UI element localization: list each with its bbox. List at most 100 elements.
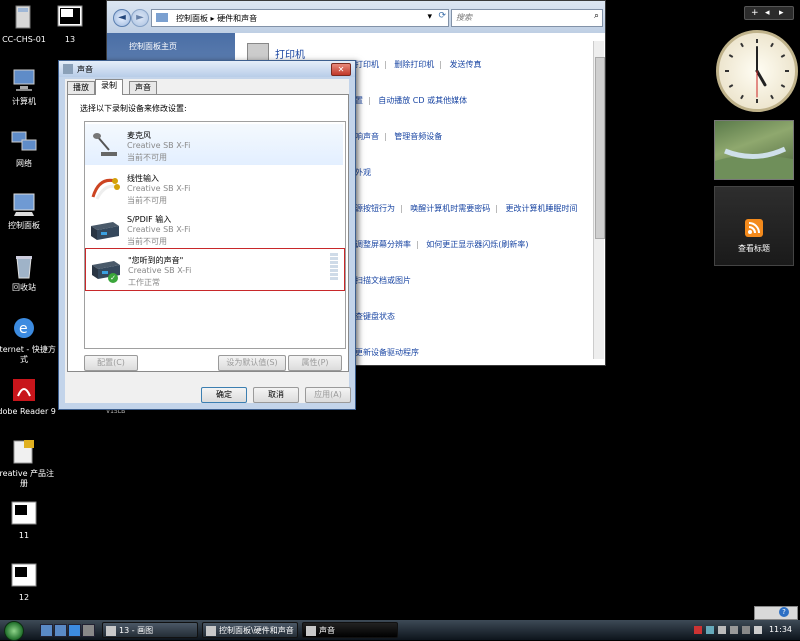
control-panel-icon xyxy=(10,190,38,218)
clock-gadget[interactable] xyxy=(716,30,798,112)
tray-language-icon[interactable] xyxy=(742,626,750,634)
system-tray: 11:34 xyxy=(692,622,798,638)
search-box[interactable]: ⌕ xyxy=(451,9,603,27)
sidebar-controls: + ◂ ▸ xyxy=(744,6,794,20)
link-require-password[interactable]: 唤醒计算机时需要密码 xyxy=(410,204,490,213)
tray-volume-icon[interactable] xyxy=(718,626,726,634)
tray-security-icon[interactable] xyxy=(694,626,702,634)
link-screen-resolution[interactable]: 调整屏幕分辨率 xyxy=(355,240,411,249)
back-button[interactable]: ◄ xyxy=(113,9,131,27)
control-panel-home-link[interactable]: 控制面板主页 xyxy=(129,41,177,52)
link-autoplay-cd[interactable]: 自动播放 CD 或其他媒体 xyxy=(378,96,467,105)
address-bar[interactable]: 控制面板 ▸ 硬件和声音 ▾ ⟳ xyxy=(151,9,449,27)
tab-recording[interactable]: 录制 xyxy=(95,79,123,95)
search-input[interactable] xyxy=(452,10,600,24)
link-manage-audio-devices[interactable]: 管理音频设备 xyxy=(394,132,442,141)
line-in-cable-icon xyxy=(89,173,121,201)
language-bar[interactable]: ? xyxy=(754,606,798,620)
tray-device-icon[interactable] xyxy=(730,626,738,634)
taskbar-button-control-panel[interactable]: 控制面板\硬件和声音 xyxy=(202,622,298,638)
clock-tick xyxy=(780,54,786,58)
refresh-icon[interactable]: ⟳ xyxy=(438,11,446,21)
taskbar-clock[interactable]: 11:34 xyxy=(769,625,792,634)
printer-icon xyxy=(247,43,269,61)
desktop-icon-label: 12 xyxy=(18,593,30,602)
image-file-icon xyxy=(56,4,84,32)
properties-button[interactable]: 属性(P) xyxy=(288,355,342,371)
forward-button[interactable]: ► xyxy=(131,9,149,27)
desktop-icon-network[interactable]: 网络 xyxy=(0,128,56,169)
link-scan-document[interactable]: 扫描文档或图片 xyxy=(355,276,411,285)
tray-speaker-icon[interactable] xyxy=(754,626,762,634)
link-keyboard-status[interactable]: 查键盘状态 xyxy=(355,312,395,321)
slideshow-gadget[interactable] xyxy=(714,120,794,180)
link-power-button[interactable]: 源按钮行为 xyxy=(355,204,395,213)
desktop-icon-12[interactable]: 12 xyxy=(0,562,56,603)
folder-icon xyxy=(156,13,168,22)
desktop-icon-13[interactable]: 13 xyxy=(38,4,102,45)
list-item-selected[interactable]: ✓ "您听到的声音" Creative SB X-Fi 工作正常 xyxy=(85,248,345,291)
desktop-icon-adobe-reader[interactable]: Adobe Reader 9 xyxy=(0,376,56,417)
clock-tick xyxy=(740,42,744,48)
configure-button[interactable]: 配置(C) xyxy=(84,355,138,371)
taskbar-button-sound[interactable]: 声音 xyxy=(302,622,398,638)
dialog-body: 播放 录制 声音 选择以下录制设备来修改设置: 麦克风 Creative SB … xyxy=(65,79,351,403)
level-meter xyxy=(330,253,338,281)
link-send-fax[interactable]: 发送传真 xyxy=(450,60,482,69)
link-appearance[interactable]: 外观 xyxy=(355,168,371,177)
device-list[interactable]: 麦克风 Creative SB X-Fi 当前不可用 线性输入 Creative… xyxy=(84,121,346,349)
apply-button[interactable]: 应用(A) xyxy=(305,387,351,403)
set-default-button[interactable]: 设为默认值(S) xyxy=(218,355,286,371)
link-printers[interactable]: 打印机 xyxy=(355,60,379,69)
desktop-icon-internet-shortcut[interactable]: e Internet - 快捷方式 xyxy=(0,314,56,365)
device-name: S/PDIF 输入 xyxy=(127,215,172,224)
cancel-button[interactable]: 取消 xyxy=(253,387,299,403)
list-item[interactable]: S/PDIF 输入 Creative SB X-Fi 当前不可用 xyxy=(85,208,343,249)
scrollbar-thumb[interactable] xyxy=(595,57,605,239)
search-icon[interactable]: ⌕ xyxy=(594,11,599,21)
link-sleep-time[interactable]: 更改计算机睡眠时间 xyxy=(506,204,578,213)
link-update-drivers[interactable]: 更新设备驱动程序 xyxy=(355,348,419,357)
link-monitor-flicker[interactable]: 如何更正显示器闪烁(刷新率) xyxy=(426,240,528,249)
desktop-icon-computer[interactable]: 计算机 xyxy=(0,66,56,107)
desktop-icon-11[interactable]: 11 xyxy=(0,500,56,541)
close-button[interactable]: ✕ xyxy=(331,63,351,76)
feed-headlines-gadget[interactable]: 查看标题 xyxy=(714,186,794,266)
dialog-titlebar[interactable]: 声音 ✕ xyxy=(59,61,355,77)
vertical-scrollbar[interactable] xyxy=(593,41,605,359)
breadcrumb-item-hardware-sound[interactable]: 硬件和声音 xyxy=(217,14,257,23)
add-gadget-icon[interactable]: + xyxy=(751,7,759,19)
recording-tab-panel: 选择以下录制设备来修改设置: 麦克风 Creative SB X-Fi 当前不可… xyxy=(67,94,349,372)
help-icon[interactable]: ? xyxy=(779,607,789,617)
category-heading-printers[interactable]: 打印机 xyxy=(275,46,305,61)
link-remove-printer[interactable]: 删除打印机 xyxy=(394,60,434,69)
desktop-icon-label: 11 xyxy=(18,531,30,540)
desktop-icon-control-panel[interactable]: 控制面板 xyxy=(0,190,56,231)
start-button[interactable] xyxy=(4,621,24,641)
speaker-icon xyxy=(306,626,316,636)
tab-playback[interactable]: 播放 xyxy=(67,81,95,94)
device-driver: Creative SB X-Fi xyxy=(127,225,191,234)
sound-dialog: 声音 ✕ 播放 录制 声音 选择以下录制设备来修改设置: 麦克风 Creativ… xyxy=(58,60,356,410)
quicklaunch-desktop-icon[interactable] xyxy=(40,624,53,637)
next-icon[interactable]: ▸ xyxy=(779,7,784,19)
desktop-icon-recycle-bin[interactable]: 回收站 xyxy=(0,252,56,293)
quicklaunch-extra-icon[interactable] xyxy=(82,624,95,637)
link-system-sounds[interactable]: 响声音 xyxy=(355,132,379,141)
link-autoplay-settings[interactable]: 置 xyxy=(355,96,363,105)
list-item[interactable]: 线性输入 Creative SB X-Fi 当前不可用 xyxy=(85,167,343,208)
taskbar-button-paint[interactable]: 13 - 画图 xyxy=(102,622,198,638)
quicklaunch-ie-icon[interactable] xyxy=(68,624,81,637)
breadcrumb-item-control-panel[interactable]: 控制面板 xyxy=(176,14,208,23)
list-item[interactable]: 麦克风 Creative SB X-Fi 当前不可用 xyxy=(85,124,343,165)
quicklaunch-switch-icon[interactable] xyxy=(54,624,67,637)
desktop-icon-label: 13 xyxy=(64,35,76,44)
ok-button[interactable]: 确定 xyxy=(201,387,247,403)
tray-network-icon[interactable] xyxy=(706,626,714,634)
desktop-icon-label: 网络 xyxy=(16,159,32,168)
view-headlines-label[interactable]: 查看标题 xyxy=(715,243,793,254)
desktop-icon-creative-registration[interactable]: Creative 产品注册 xyxy=(0,438,56,489)
previous-icon[interactable]: ◂ xyxy=(765,7,770,19)
tab-sounds[interactable]: 声音 xyxy=(129,81,157,94)
address-dropdown-icon[interactable]: ▾ xyxy=(427,12,432,22)
